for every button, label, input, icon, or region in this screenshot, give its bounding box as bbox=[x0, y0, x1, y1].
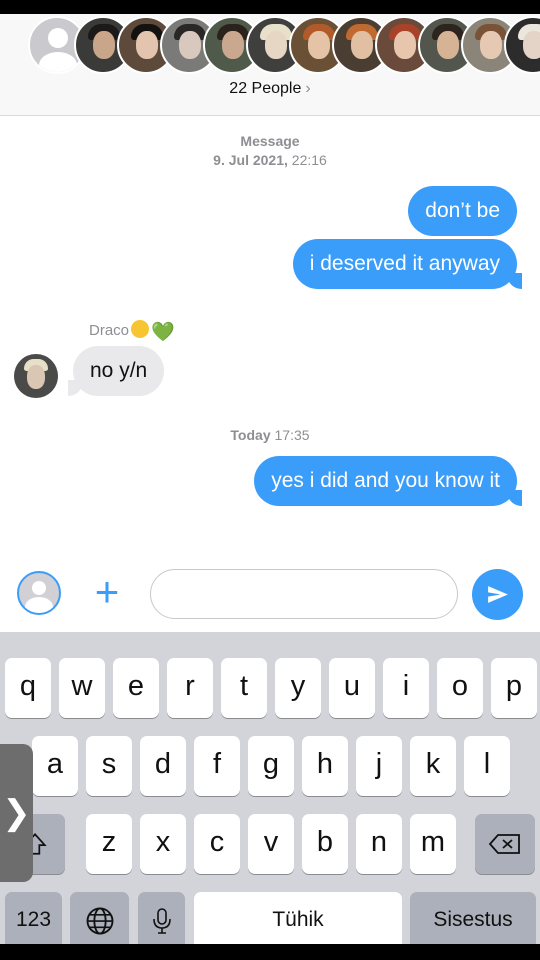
people-count-button[interactable]: 22 People › bbox=[0, 80, 540, 98]
key-d[interactable]: d bbox=[140, 736, 186, 796]
person-body-icon bbox=[39, 52, 77, 72]
timestamp-1-date: 9. Jul 2021, bbox=[213, 152, 288, 168]
plus-icon[interactable]: + bbox=[88, 571, 126, 613]
avatar-face bbox=[480, 31, 502, 59]
memoji-avatar-button[interactable] bbox=[17, 571, 61, 615]
avatar-face bbox=[308, 31, 330, 59]
key-s[interactable]: s bbox=[86, 736, 132, 796]
timestamp-2-day: Today bbox=[230, 427, 271, 443]
key-a[interactable]: a bbox=[32, 736, 78, 796]
outgoing-message-bubble[interactable]: yes i did and you know it bbox=[254, 456, 522, 506]
keyboard: q w e r t y u i o p a s d f g h j k l z x c v b n m 123 Tühik Sisest… bbox=[0, 632, 540, 944]
key-w[interactable]: w bbox=[59, 658, 105, 718]
sender-name: Draco 💚 bbox=[89, 320, 175, 343]
people-count-label: 22 People bbox=[229, 80, 302, 97]
avatar-face bbox=[394, 31, 416, 59]
avatar-face bbox=[523, 31, 540, 59]
key-b[interactable]: b bbox=[302, 814, 348, 874]
globe-key[interactable] bbox=[70, 892, 129, 944]
key-n[interactable]: n bbox=[356, 814, 402, 874]
globe-icon bbox=[86, 907, 113, 935]
key-f[interactable]: f bbox=[194, 736, 240, 796]
person-head-icon bbox=[48, 28, 68, 48]
key-k[interactable]: k bbox=[410, 736, 456, 796]
key-y[interactable]: y bbox=[275, 658, 321, 718]
microphone-key[interactable] bbox=[138, 892, 185, 944]
key-z[interactable]: z bbox=[86, 814, 132, 874]
send-arrow-icon bbox=[488, 586, 508, 603]
avatar-face bbox=[136, 31, 158, 59]
person-head-icon bbox=[32, 581, 46, 595]
key-t[interactable]: t bbox=[221, 658, 267, 718]
avatar-face bbox=[437, 31, 459, 59]
avatar-face bbox=[351, 31, 373, 59]
key-m[interactable]: m bbox=[410, 814, 456, 874]
key-q[interactable]: q bbox=[5, 658, 51, 718]
avatar-face bbox=[27, 365, 45, 389]
chevron-right-icon: › bbox=[305, 80, 311, 97]
message-input-bar: + bbox=[0, 562, 540, 634]
sender-name-label: Draco bbox=[89, 322, 130, 339]
key-p[interactable]: p bbox=[491, 658, 537, 718]
key-j[interactable]: j bbox=[356, 736, 402, 796]
numbers-key[interactable]: 123 bbox=[5, 892, 62, 944]
message-text-field[interactable] bbox=[150, 569, 458, 619]
conversation-header: 22 People › bbox=[0, 14, 540, 116]
send-button[interactable] bbox=[472, 569, 523, 620]
avatar-face bbox=[93, 31, 115, 59]
return-key[interactable]: Sisestus bbox=[410, 892, 536, 944]
avatar-face bbox=[265, 31, 287, 59]
person-body-icon bbox=[25, 597, 53, 613]
pleading-face-emoji-icon bbox=[131, 320, 150, 338]
key-h[interactable]: h bbox=[302, 736, 348, 796]
space-key[interactable]: Tühik bbox=[194, 892, 402, 944]
chevron-right-icon: ❯ bbox=[2, 794, 31, 832]
microphone-icon bbox=[152, 908, 171, 934]
timestamp-1-label: Message bbox=[240, 133, 300, 149]
avatar-face bbox=[222, 31, 244, 59]
key-x[interactable]: x bbox=[140, 814, 186, 874]
outgoing-message-bubble[interactable]: don’t be bbox=[408, 186, 517, 236]
key-r[interactable]: r bbox=[167, 658, 213, 718]
key-e[interactable]: e bbox=[113, 658, 159, 718]
key-c[interactable]: c bbox=[194, 814, 240, 874]
timestamp-1: Message 9. Jul 2021, 22:16 bbox=[0, 132, 540, 170]
key-o[interactable]: o bbox=[437, 658, 483, 718]
timestamp-2-time: 17:35 bbox=[274, 427, 310, 443]
timestamp-1-time: 22:16 bbox=[291, 152, 327, 168]
bottom-black-bar bbox=[0, 944, 540, 960]
key-i[interactable]: i bbox=[383, 658, 429, 718]
side-panel-toggle[interactable]: ❯ bbox=[0, 744, 33, 882]
timestamp-2: Today 17:35 bbox=[0, 426, 540, 445]
incoming-message-bubble[interactable]: no y/n bbox=[67, 346, 165, 396]
avatar-face bbox=[179, 31, 201, 59]
key-u[interactable]: u bbox=[329, 658, 375, 718]
outgoing-message-bubble[interactable]: i deserved it anyway bbox=[292, 239, 523, 289]
backspace-icon bbox=[488, 834, 520, 854]
green-heart-emoji-icon: 💚 bbox=[151, 322, 175, 343]
backspace-key[interactable] bbox=[475, 814, 535, 874]
messages-screen: 22 People › Message 9. Jul 2021, 22:16 do… bbox=[0, 14, 540, 944]
key-l[interactable]: l bbox=[464, 736, 510, 796]
key-g[interactable]: g bbox=[248, 736, 294, 796]
key-v[interactable]: v bbox=[248, 814, 294, 874]
sender-avatar[interactable] bbox=[14, 354, 58, 398]
